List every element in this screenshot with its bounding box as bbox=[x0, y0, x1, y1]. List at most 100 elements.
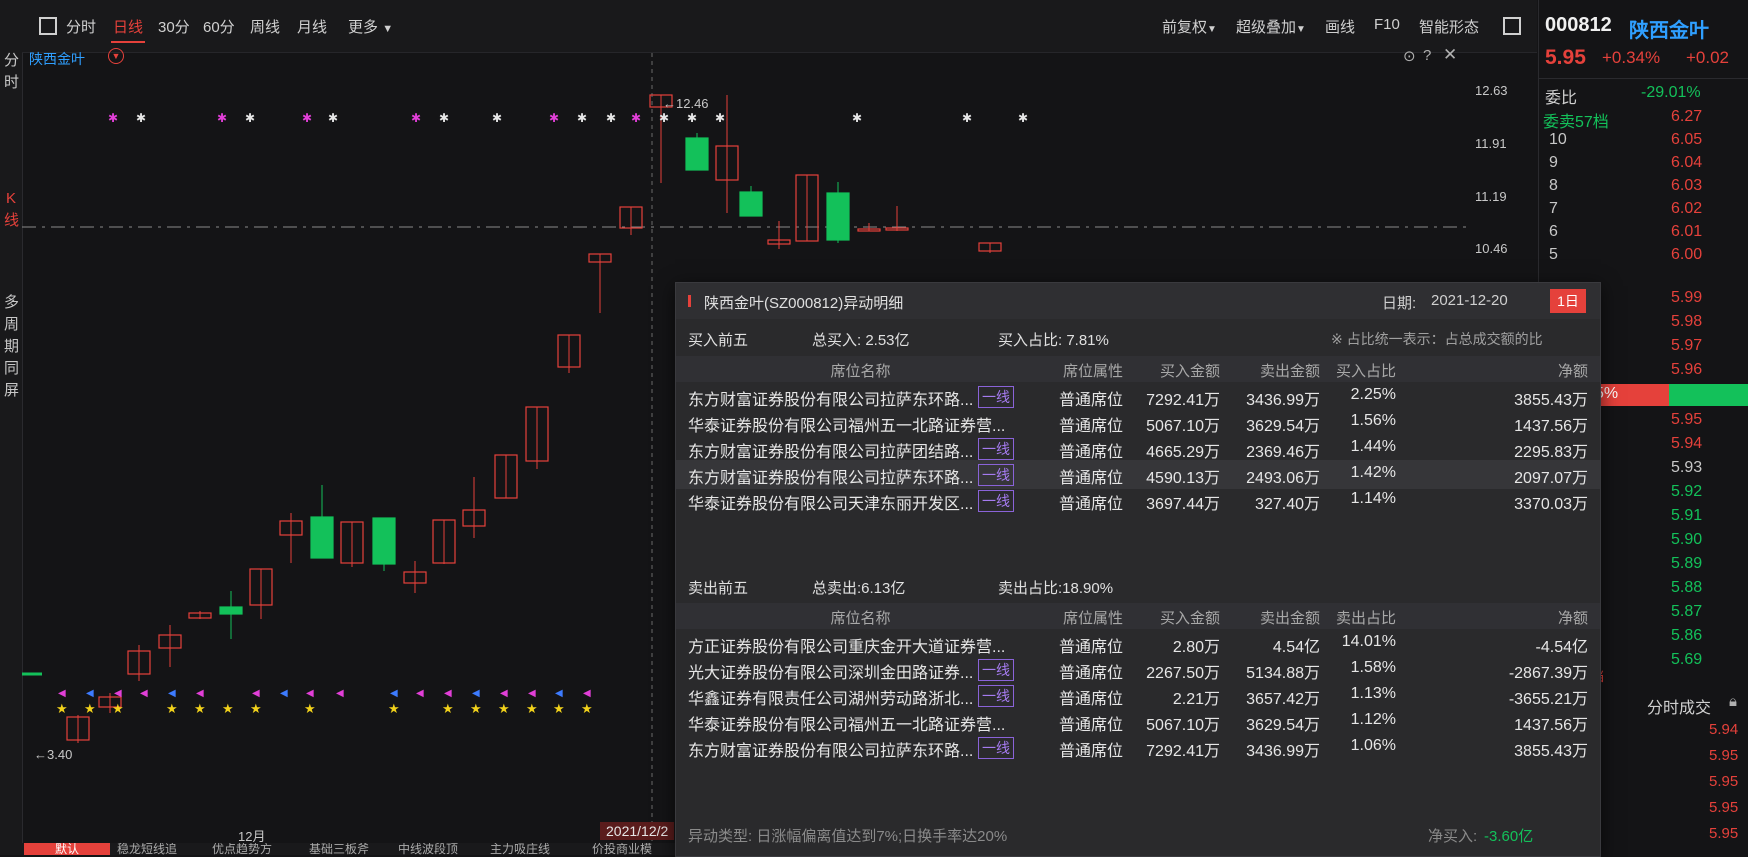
table-row[interactable]: 东方财富证券股份有限公司拉萨东环路... 一线 普通席位 7292.41万 3436.9… bbox=[676, 733, 1600, 762]
high-price-label: ←12.46 bbox=[663, 96, 709, 111]
yixian-badge[interactable]: 一线 bbox=[978, 464, 1014, 486]
ask-row[interactable]: 7 6.02 bbox=[1539, 200, 1748, 224]
flag-marker: ◀ bbox=[280, 688, 288, 699]
bid-price: 5.91 bbox=[1671, 507, 1703, 524]
date-value: 2021-12-20 bbox=[1431, 292, 1508, 309]
ask-row[interactable]: 10 6.05 bbox=[1539, 131, 1748, 155]
tab-30min[interactable]: 30分 bbox=[158, 16, 190, 37]
signal-star: ✱ bbox=[631, 111, 641, 125]
table-row[interactable]: 东方财富证券股份有限公司拉萨东环路... 一线 普通席位 7292.41万 3436.9… bbox=[676, 382, 1600, 411]
table-row[interactable]: 方正证券股份有限公司重庆金开大道证券营... 普通席位 2.80万 4.54亿 14.0… bbox=[676, 629, 1600, 658]
lock-icon[interactable]: 🔒︎ bbox=[1729, 693, 1737, 710]
cell-sell: 4.54亿 bbox=[1272, 639, 1320, 656]
yellow-star: ★ bbox=[304, 701, 316, 716]
flag-marker: ◀ bbox=[140, 688, 148, 699]
yixian-badge[interactable]: 一线 bbox=[978, 685, 1014, 707]
tab-daily[interactable]: 日线 bbox=[110, 16, 146, 43]
table-row[interactable]: 华泰证券股份有限公司福州五一北路证券营... 普通席位 5067.10万 3629.5… bbox=[676, 408, 1600, 437]
yixian-badge[interactable]: 一线 bbox=[978, 659, 1014, 681]
ask-row[interactable]: 5 6.00 bbox=[1539, 246, 1748, 270]
table-row[interactable]: 光大证券股份有限公司深圳金田路证券... 一线 普通席位 2267.50万 5134.8… bbox=[676, 655, 1600, 684]
cell-buy: 2267.50万 bbox=[1146, 665, 1220, 682]
flag-marker: ◀ bbox=[58, 688, 66, 699]
tab-indicator[interactable]: 优点趋势方 bbox=[212, 843, 272, 855]
dropdown-circle-icon[interactable]: ▼ bbox=[108, 48, 124, 64]
cell-attr: 普通席位 bbox=[1058, 743, 1123, 760]
help-icon[interactable]: ? bbox=[1423, 47, 1431, 64]
sidebar-kline[interactable]: K线 bbox=[0, 188, 22, 232]
fuquan-dropdown[interactable]: 前复权▼ bbox=[1162, 16, 1217, 37]
layout-icon[interactable] bbox=[39, 17, 57, 35]
cell-ratio: 1.12% bbox=[1350, 711, 1396, 728]
cell-ratio: 1.14% bbox=[1350, 490, 1396, 507]
yixian-badge[interactable]: 一线 bbox=[978, 490, 1014, 512]
tab-monthly[interactable]: 月线 bbox=[297, 16, 327, 37]
y-tick: 11.91 bbox=[1475, 136, 1507, 151]
cell-net: 1437.56万 bbox=[1514, 717, 1588, 734]
abnormal-type: 异动类型: 日涨幅偏离值达到7%;日换手率达20% bbox=[688, 828, 1008, 845]
table-row[interactable]: 东方财富证券股份有限公司拉萨东环路... 一线 普通席位 4590.13万 2493.0… bbox=[676, 460, 1600, 489]
weibi-value: -29.01% bbox=[1641, 84, 1701, 101]
cell-ratio: 1.13% bbox=[1350, 685, 1396, 702]
cell-buy: 7292.41万 bbox=[1146, 743, 1220, 760]
cell-net: -3655.21万 bbox=[1508, 691, 1588, 708]
column-header: 卖出占比 bbox=[1335, 610, 1396, 627]
tab-60min[interactable]: 60分 bbox=[203, 16, 235, 37]
bid-price: 5.95 bbox=[1671, 411, 1703, 428]
ask-price: 5.99 bbox=[1671, 289, 1703, 306]
ratio-note: ※ 占比统一表示：占总成交额的比 bbox=[1331, 331, 1543, 347]
tab-indicator[interactable]: 中线波段顶 bbox=[398, 843, 458, 855]
yellow-star: ★ bbox=[166, 701, 178, 716]
sidebar-multi-period[interactable]: 多周期同屏 bbox=[0, 292, 22, 402]
table-row[interactable]: 华鑫证券有限责任公司湖州劳动路浙北... 一线 普通席位 2.21万 3657.42万 1… bbox=[676, 681, 1600, 710]
settings-icon[interactable]: ⊙ bbox=[1403, 47, 1416, 65]
tab-indicator[interactable]: 主力吸庄线 bbox=[490, 843, 550, 855]
title-accent bbox=[688, 295, 691, 307]
ask-price: 5.96 bbox=[1671, 361, 1703, 378]
f10-button[interactable]: F10 bbox=[1374, 16, 1400, 33]
cell-net: 3370.03万 bbox=[1514, 496, 1588, 513]
caret-down-icon: ▼ bbox=[382, 23, 394, 35]
cell-ratio: 1.56% bbox=[1350, 412, 1396, 429]
sidebar-fenshi[interactable]: 分时 bbox=[0, 50, 22, 94]
yixian-badge[interactable]: 一线 bbox=[978, 438, 1014, 460]
yellow-star: ★ bbox=[194, 701, 206, 716]
ask-row[interactable]: 6 6.01 bbox=[1539, 223, 1748, 247]
flag-marker: ◀ bbox=[583, 688, 591, 699]
ask-row[interactable]: 8 6.03 bbox=[1539, 177, 1748, 201]
table-row[interactable]: 华泰证券股份有限公司福州五一北路证券营... 普通席位 5067.10万 3629.5… bbox=[676, 707, 1600, 736]
ask-price: 6.00 bbox=[1671, 246, 1703, 263]
yixian-badge[interactable]: 一线 bbox=[978, 737, 1014, 759]
yellow-star: ★ bbox=[470, 701, 482, 716]
signal-star: ✱ bbox=[577, 111, 587, 125]
cell-buy: 4590.13万 bbox=[1146, 470, 1220, 487]
period-tab[interactable]: 1日 bbox=[1550, 289, 1586, 313]
yellow-star: ★ bbox=[581, 701, 593, 716]
last-price: 5.95 bbox=[1545, 46, 1586, 69]
tab-indicator[interactable]: 基础三板斧 bbox=[309, 843, 369, 855]
cell-net: 3855.43万 bbox=[1514, 743, 1588, 760]
smart-pattern-button[interactable]: 智能形态 bbox=[1419, 16, 1479, 37]
tab-indicator[interactable]: 价投商业模 bbox=[592, 843, 652, 855]
tab-fenshi[interactable]: 分时 bbox=[66, 16, 96, 37]
tab-indicator[interactable]: 稳龙短线追 bbox=[117, 843, 177, 855]
signal-star: ✱ bbox=[659, 111, 669, 125]
more-menu[interactable]: 更多 ▼ bbox=[348, 16, 393, 37]
close-icon[interactable]: ✕ bbox=[1443, 45, 1457, 65]
candle-body bbox=[739, 191, 763, 217]
net-buy-value: -3.60亿 bbox=[1484, 828, 1534, 845]
yixian-badge[interactable]: 一线 bbox=[978, 386, 1014, 408]
panel-toggle-icon[interactable] bbox=[1503, 17, 1521, 35]
tab-default[interactable]: 默认 bbox=[24, 843, 110, 855]
cell-ratio: 1.58% bbox=[1350, 659, 1396, 676]
draw-line-button[interactable]: 画线 bbox=[1325, 16, 1355, 37]
signal-star: ✱ bbox=[606, 111, 616, 125]
buy-table-header: 席位名称 席位属性 买入金额 卖出金额 买入占比 净额 bbox=[676, 356, 1600, 382]
bid-price: 5.94 bbox=[1671, 435, 1703, 452]
table-row[interactable]: 华泰证券股份有限公司天津东丽开发区... 一线 普通席位 3697.44万 327.40… bbox=[676, 486, 1600, 515]
y-tick: 10.46 bbox=[1475, 241, 1508, 256]
ask-row[interactable]: 9 6.04 bbox=[1539, 154, 1748, 178]
tab-weekly[interactable]: 周线 bbox=[250, 16, 280, 37]
overlay-dropdown[interactable]: 超级叠加▼ bbox=[1236, 16, 1306, 37]
table-row[interactable]: 东方财富证券股份有限公司拉萨团结路... 一线 普通席位 4665.29万 2369.4… bbox=[676, 434, 1600, 463]
